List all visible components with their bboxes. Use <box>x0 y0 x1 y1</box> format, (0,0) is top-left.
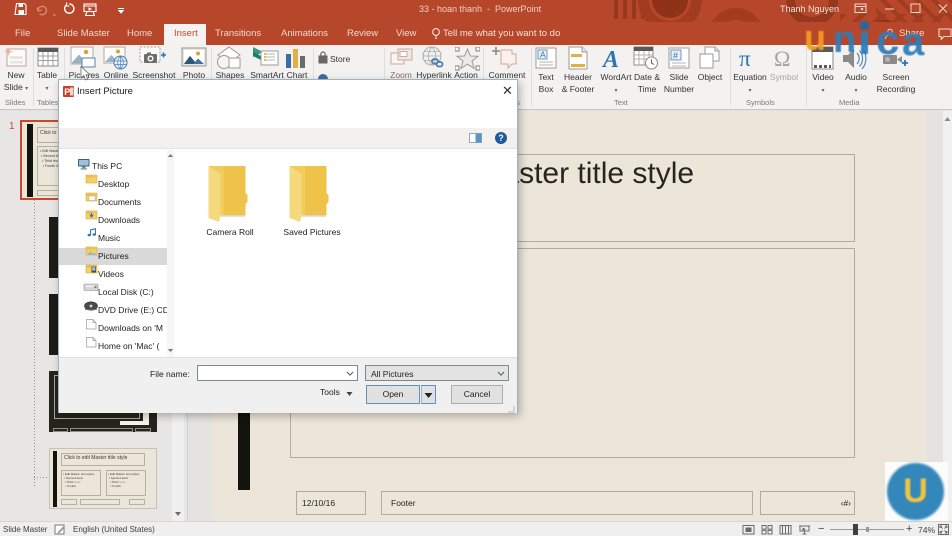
svg-text:π: π <box>739 47 751 69</box>
svg-text:A: A <box>601 47 619 71</box>
svg-text:A: A <box>540 50 546 60</box>
svg-text:Ω: Ω <box>774 47 790 69</box>
svg-text:#: # <box>673 51 678 61</box>
